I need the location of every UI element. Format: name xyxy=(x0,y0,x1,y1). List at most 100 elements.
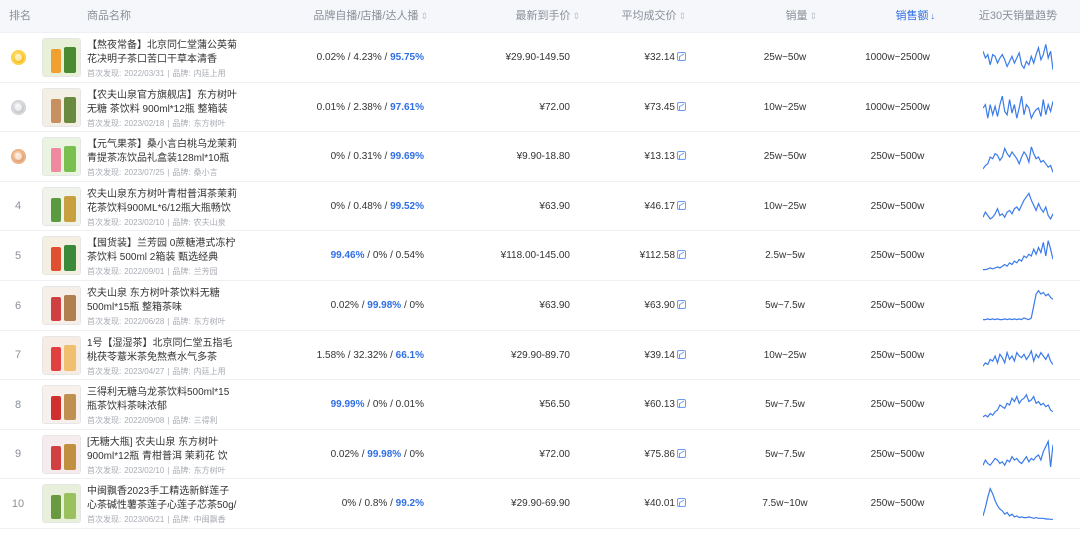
found-label: 首次发现: xyxy=(87,317,122,326)
price-trend-icon[interactable] xyxy=(677,300,686,309)
product-name-link[interactable]: 农夫山泉东方树叶青柑普洱茶茉莉花茶饮料900ML*6/12瓶大瓶畅饮装 xyxy=(87,188,237,216)
header-revenue[interactable]: 销售额 ↓ xyxy=(850,0,936,33)
sparkline-path xyxy=(983,438,1053,467)
header-price[interactable]: 最新到手价 ⇕ xyxy=(480,0,580,33)
table-row[interactable]: 【农夫山泉官方旗舰店】东方树叶 无糖 茶饮料 900ml*12瓶 整箱装 首次发… xyxy=(0,83,1080,133)
product-name-link[interactable]: 1号【湿湿茶】北京同仁堂五指毛桃茯苓薏米茶免熬煮水气多茶155g/盒 xyxy=(87,337,237,365)
found-date: 2023/06/21 xyxy=(124,515,165,525)
product-thumbnail[interactable] xyxy=(42,484,81,524)
sort-icon[interactable]: ⇕ xyxy=(572,11,580,21)
product-name-link[interactable]: 【元气果茶】桑小言白桃乌龙茉莉青提茶冻饮品礼盒装128ml*10瓶 xyxy=(87,138,237,166)
product-thumbnail[interactable] xyxy=(42,38,81,77)
latest-price: ¥72.00 xyxy=(539,448,570,460)
price-trend-icon[interactable] xyxy=(677,349,686,359)
found-date: 2023/04/27 xyxy=(124,366,165,376)
rank-number: 7 xyxy=(14,349,22,362)
latest-price: ¥29.90-89.70 xyxy=(511,349,570,361)
rank-cell: 6 xyxy=(7,281,29,330)
product-thumbnail[interactable] xyxy=(42,335,81,375)
sales-range: 5w~7.5w xyxy=(765,448,805,460)
product-name-link[interactable]: 三得利无糖乌龙茶饮料500ml*15瓶茶饮料茶味浓郁 xyxy=(87,386,237,414)
table-row[interactable]: 10 中闽飘香2023手工精选新鲜莲子心茶碱性薯茶莲子心莲子芯茶50g/罐 首次… xyxy=(0,479,1080,529)
price-trend-icon[interactable] xyxy=(677,448,686,458)
channel-share-1: 99.98% xyxy=(367,300,402,311)
sort-desc-icon[interactable]: ↓ xyxy=(931,11,936,21)
table-row[interactable]: 5 【囤货装】兰芳园 0蔗糖港式冻柠茶饮料 500ml 2箱装 甄选经典 首次发… xyxy=(0,231,1080,281)
table-row[interactable]: 【元气果茶】桑小言白桃乌龙茉莉青提茶冻饮品礼盒装128ml*10瓶 首次发现: 2… xyxy=(0,132,1080,182)
product-thumbnail[interactable] xyxy=(42,87,81,127)
latest-price: ¥9.90-18.80 xyxy=(516,151,570,163)
sales-trend-sparkline[interactable] xyxy=(983,337,1053,375)
channel-share-1: 32.32% xyxy=(353,349,388,361)
product-thumbnail[interactable] xyxy=(42,137,81,177)
rank-cell xyxy=(7,83,29,132)
revenue-range: 250w~500w xyxy=(870,399,925,411)
found-label: 首次发现: xyxy=(87,515,122,525)
product-name-link[interactable]: [无糖大瓶] 农夫山泉 东方树叶900ml*12瓶 青柑普洱 茉莉花 饮料 xyxy=(87,436,237,464)
table-row[interactable]: 7 1号【湿湿茶】北京同仁堂五指毛桃茯苓薏米茶免熬煮水气多茶155g/盒 首次发… xyxy=(0,331,1080,381)
product-thumbnail[interactable] xyxy=(42,186,81,226)
price-trend-icon[interactable] xyxy=(677,200,686,210)
revenue-range: 250w~500w xyxy=(870,300,925,311)
avg-price-cell: ¥39.14 xyxy=(590,331,686,380)
found-label: 首次发现: xyxy=(87,118,122,128)
sales-trend-sparkline[interactable] xyxy=(983,39,1053,77)
found-label: 首次发现: xyxy=(87,416,122,426)
table-row[interactable]: 4 农夫山泉东方树叶青柑普洱茶茉莉花茶饮料900ML*6/12瓶大瓶畅饮装 首次… xyxy=(0,182,1080,232)
price-trend-icon[interactable] xyxy=(677,498,686,508)
sales-range: 25w~50w xyxy=(763,52,807,63)
product-name-link[interactable]: 中闽飘香2023手工精选新鲜莲子心茶碱性薯茶莲子心莲子芯茶50g/罐 xyxy=(87,485,237,513)
price-trend-icon[interactable] xyxy=(677,399,686,409)
table-row[interactable]: 9 [无糖大瓶] 农夫山泉 东方树叶900ml*12瓶 青柑普洱 茉莉花 饮料 … xyxy=(0,430,1080,480)
table-row[interactable]: 6 农夫山泉 东方树叶茶饮料无糖500ml*15瓶 整箱茶味 首次发现: 2022… xyxy=(0,281,1080,331)
channel-share-1: 0% xyxy=(372,250,388,262)
table-row[interactable]: 8 三得利无糖乌龙茶饮料500ml*15瓶茶饮料茶味浓郁 首次发现: 2022/0… xyxy=(0,380,1080,430)
found-date: 2022/06/28 xyxy=(124,317,165,326)
avg-price: ¥75.86 xyxy=(644,448,675,460)
price-trend-icon[interactable] xyxy=(677,250,686,260)
latest-price: ¥29.90-149.50 xyxy=(505,52,570,63)
product-meta: 首次发现: 2022/09/08 | 品牌: 三得利 xyxy=(87,416,218,426)
sort-icon[interactable]: ⇕ xyxy=(420,11,428,21)
rank-cell xyxy=(7,33,29,82)
sales-trend-sparkline[interactable] xyxy=(983,485,1053,523)
product-name-link[interactable]: 【囤货装】兰芳园 0蔗糖港式冻柠茶饮料 500ml 2箱装 甄选经典 xyxy=(87,237,237,265)
header-sales[interactable]: 销量 ⇕ xyxy=(720,0,817,33)
ranking-table: 排名 商品名称 品牌自播/店播/达人播 ⇕ 最新到手价 ⇕ 平均成交价 ⇕ 销量 ⇕ 销… xyxy=(0,0,1080,533)
rank-number: 8 xyxy=(14,398,22,411)
sales-trend-sparkline[interactable] xyxy=(983,138,1053,176)
product-name-link[interactable]: 农夫山泉 东方树叶茶饮料无糖500ml*15瓶 整箱茶味 xyxy=(87,287,237,315)
silver-medal-icon xyxy=(10,99,26,115)
revenue-range: 250w~500w xyxy=(870,498,925,510)
product-thumbnail[interactable] xyxy=(42,236,81,276)
sort-icon[interactable]: ⇕ xyxy=(809,11,817,21)
product-thumbnail[interactable] xyxy=(42,434,81,474)
sales-trend-sparkline[interactable] xyxy=(983,188,1053,226)
table-row[interactable]: 【熬夜常备】北京同仁堂蒲公英菊花决明子茶口苦口干草本清香150g/袋 首次发现:… xyxy=(0,33,1080,83)
channel-share-1: 0.8% xyxy=(364,498,388,510)
price-trend-icon[interactable] xyxy=(677,52,686,61)
found-date: 2022/09/01 xyxy=(124,267,165,277)
channel-share-1: 99.98% xyxy=(367,448,402,460)
channel-share: 0.01% / 2.38% / 97.61% xyxy=(316,101,424,113)
sales-trend-sparkline[interactable] xyxy=(983,89,1053,127)
sales-trend-sparkline[interactable] xyxy=(983,436,1053,474)
channel-share: 1.58% / 32.32% / 66.1% xyxy=(316,349,424,361)
rank-cell: 5 xyxy=(7,231,29,280)
sales-trend-sparkline[interactable] xyxy=(983,237,1053,275)
product-name-link[interactable]: 【农夫山泉官方旗舰店】东方树叶 无糖 茶饮料 900ml*12瓶 整箱装 xyxy=(87,89,237,117)
header-avg-price[interactable]: 平均成交价 ⇕ xyxy=(590,0,686,33)
price-trend-icon[interactable] xyxy=(677,101,686,111)
sales-trend-sparkline[interactable] xyxy=(983,287,1053,325)
sales-trend-sparkline[interactable] xyxy=(983,386,1053,424)
channel-share: 99.46% / 0% / 0.54% xyxy=(330,250,424,262)
sort-icon[interactable]: ⇕ xyxy=(678,11,686,21)
product-name-link[interactable]: 【熬夜常备】北京同仁堂蒲公英菊花决明子茶口苦口干草本清香150g/袋 xyxy=(87,39,237,67)
avg-price-cell: ¥63.90 xyxy=(590,281,686,330)
price-trend-icon[interactable] xyxy=(677,151,686,161)
header-channel[interactable]: 品牌自播/店播/达人播 ⇕ xyxy=(300,0,428,33)
channel-share-1: 0% xyxy=(372,399,388,411)
product-thumbnail[interactable] xyxy=(42,385,81,425)
brand-name: 内廷上用 xyxy=(193,69,226,78)
product-thumbnail[interactable] xyxy=(42,286,81,325)
